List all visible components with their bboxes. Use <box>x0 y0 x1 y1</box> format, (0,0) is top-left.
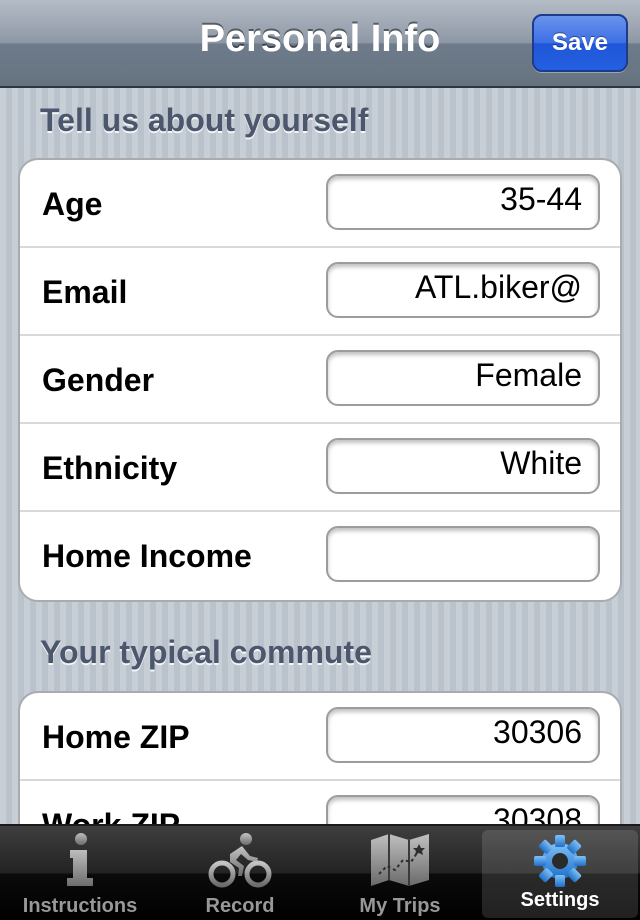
row-email[interactable]: Email <box>20 248 620 336</box>
tab-my-trips-label: My Trips <box>359 895 441 917</box>
info-icon <box>60 832 100 893</box>
tab-bar: Instructions Record My Trips Settings <box>0 824 640 920</box>
gear-icon <box>531 832 589 895</box>
row-ethnicity[interactable]: Ethnicity <box>20 424 620 512</box>
home-zip-field[interactable] <box>326 707 600 763</box>
gender-field[interactable] <box>326 350 600 406</box>
gender-label: Gender <box>42 362 155 398</box>
row-home-zip[interactable]: Home ZIP <box>20 693 620 781</box>
save-button[interactable]: Save <box>532 14 628 72</box>
ethnicity-label: Ethnicity <box>42 450 178 486</box>
row-home-income[interactable]: Home Income <box>20 512 620 600</box>
row-work-zip[interactable]: Work ZIP <box>20 781 620 824</box>
settings-scroll-view[interactable]: Tell us about yourself Age Email Gender … <box>0 88 640 824</box>
age-field[interactable] <box>326 174 600 230</box>
bicycle-icon <box>208 832 272 893</box>
section-header-typical-commute: Your typical commute <box>40 634 372 670</box>
email-label: Email <box>42 274 128 310</box>
row-gender[interactable]: Gender <box>20 336 620 424</box>
tab-record[interactable]: Record <box>162 826 318 920</box>
section-header-about-yourself: Tell us about yourself <box>40 102 369 138</box>
tab-instructions[interactable]: Instructions <box>2 826 158 920</box>
email-field[interactable] <box>326 262 600 318</box>
map-icon <box>369 832 431 893</box>
home-zip-label: Home ZIP <box>42 719 190 755</box>
tab-settings[interactable]: Settings <box>482 830 638 918</box>
home-income-label: Home Income <box>42 538 252 574</box>
age-label: Age <box>42 186 103 222</box>
work-zip-field[interactable] <box>326 795 600 824</box>
tab-instructions-label: Instructions <box>22 895 138 917</box>
about-yourself-group: Age Email Gender Ethnicity Home Income <box>18 158 622 602</box>
navigation-bar: Personal Info Save <box>0 0 640 88</box>
tab-my-trips[interactable]: My Trips <box>322 826 478 920</box>
home-income-field[interactable] <box>326 526 600 582</box>
commute-group: Home ZIP Work ZIP <box>18 691 622 824</box>
work-zip-label: Work ZIP <box>42 807 180 824</box>
tab-record-label: Record <box>205 895 275 917</box>
row-age[interactable]: Age <box>20 160 620 248</box>
ethnicity-field[interactable] <box>326 438 600 494</box>
tab-settings-label: Settings <box>520 889 600 911</box>
